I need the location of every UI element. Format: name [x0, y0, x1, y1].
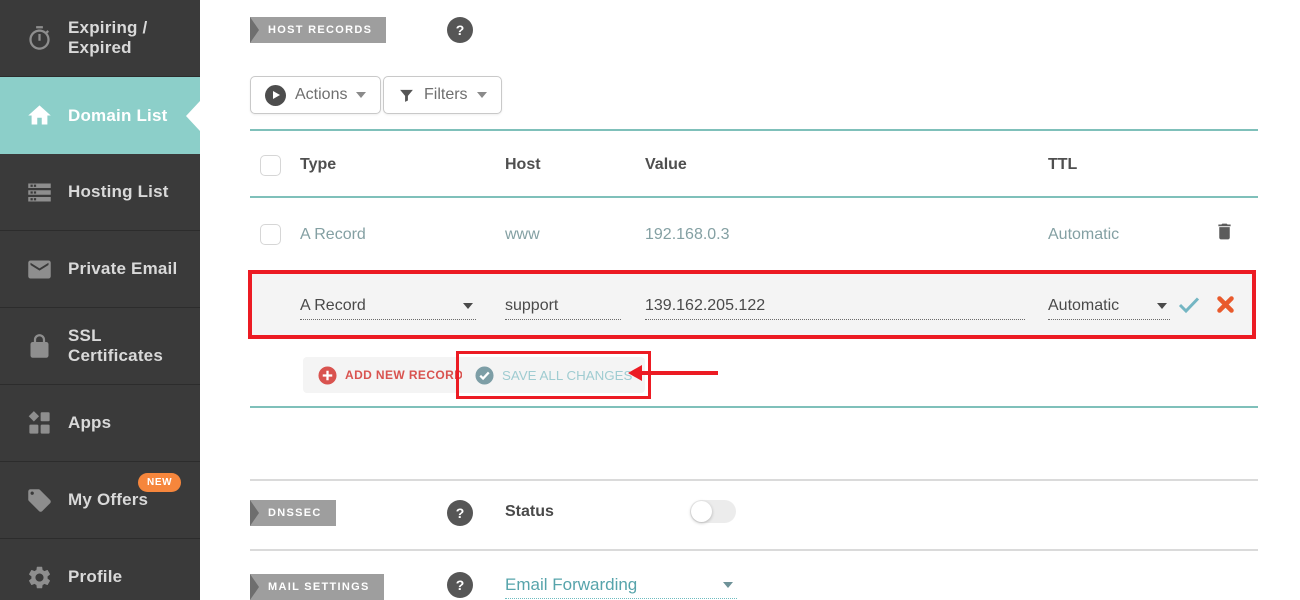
mail-settings-section-label: MAIL SETTINGS: [250, 574, 384, 600]
apps-icon: [28, 410, 50, 434]
trash-icon: [1218, 223, 1231, 240]
main-content: HOST RECORDS ? Actions Filters Type Host…: [200, 0, 1300, 600]
x-icon: [1217, 296, 1234, 313]
envelope-icon: [28, 260, 51, 278]
dnssec-section-label: DNSSEC: [250, 500, 336, 526]
record-type-select[interactable]: A Record: [300, 292, 476, 320]
sidebar-item-apps[interactable]: Apps: [0, 385, 200, 462]
sidebar-item-label: Profile: [68, 567, 123, 586]
editing-record-row-annotation-highlight: A Record support 139.162.205.122 Automat…: [248, 270, 1256, 339]
divider: [250, 479, 1258, 481]
chevron-down-icon: [723, 582, 733, 588]
filters-button[interactable]: Filters: [383, 76, 502, 114]
actions-button[interactable]: Actions: [250, 76, 382, 114]
new-badge: NEW: [138, 473, 182, 492]
divider: [250, 406, 1258, 408]
add-new-record-label: ADD NEW RECORD: [345, 368, 464, 382]
cancel-record-button[interactable]: [1216, 295, 1235, 317]
divider: [250, 129, 1258, 131]
actions-button-label: Actions: [295, 86, 348, 103]
dnssec-status-label: Status: [505, 503, 554, 520]
sidebar-item-label: Hosting List: [68, 182, 169, 201]
divider: [250, 549, 1258, 551]
record-host-cell: www: [505, 226, 540, 243]
help-icon[interactable]: ?: [447, 572, 473, 598]
record-value-cell: 192.168.0.3: [645, 226, 730, 243]
mail-settings-select[interactable]: Email Forwarding: [505, 572, 737, 599]
sidebar-item-label: Expiring / Expired: [68, 18, 148, 57]
divider: [250, 196, 1258, 198]
record-host-value: support: [505, 296, 559, 314]
sidebar-item-profile[interactable]: Profile: [0, 539, 200, 600]
host-records-section-label: HOST RECORDS: [250, 17, 387, 43]
help-icon[interactable]: ?: [447, 17, 473, 43]
sidebar-item-label: SSL Certificates: [68, 326, 163, 365]
server-icon: [28, 183, 51, 201]
chevron-down-icon: [1157, 302, 1167, 309]
sidebar-item-label: Private Email: [68, 259, 178, 278]
column-header-host: Host: [505, 156, 541, 173]
chevron-down-icon: [356, 92, 367, 98]
sidebar-item-hosting-list[interactable]: Hosting List: [0, 154, 200, 231]
filters-button-label: Filters: [424, 86, 468, 103]
annotation-arrow: [628, 365, 718, 381]
column-header-value: Value: [645, 156, 687, 173]
plus-circle-icon: [318, 365, 337, 385]
help-icon[interactable]: ?: [447, 500, 473, 526]
active-item-notch: [186, 100, 200, 131]
record-ttl-select[interactable]: Automatic: [1048, 292, 1170, 320]
tag-icon: [28, 488, 51, 512]
check-icon: [1178, 297, 1200, 314]
confirm-record-button[interactable]: [1178, 296, 1200, 317]
toggle-knob: [691, 501, 712, 522]
record-host-input[interactable]: support: [505, 292, 621, 320]
chevron-down-icon: [463, 302, 473, 309]
domain-management-page: Expiring / Expired Domain List Hosting L…: [0, 0, 1300, 600]
sidebar-item-label: My Offers: [68, 490, 149, 509]
select-all-checkbox[interactable]: [260, 155, 281, 176]
home-icon: [28, 105, 51, 125]
add-new-record-button[interactable]: ADD NEW RECORD: [303, 357, 479, 393]
save-all-changes-label: SAVE ALL CHANGES: [502, 367, 633, 383]
record-ttl-cell: Automatic: [1048, 226, 1120, 243]
mail-settings-selected-option: Email Forwarding: [505, 575, 638, 594]
sidebar-item-ssl-certificates[interactable]: SSL Certificates: [0, 308, 200, 385]
record-type-cell: A Record: [300, 226, 366, 243]
timer-icon: [29, 25, 50, 50]
row-checkbox[interactable]: [260, 224, 281, 245]
dnssec-status-toggle[interactable]: [690, 500, 736, 523]
record-value-value: 139.162.205.122: [645, 296, 766, 314]
chevron-down-icon: [476, 92, 487, 98]
gear-icon: [28, 566, 51, 588]
check-circle-icon: [475, 365, 494, 385]
column-header-type: Type: [300, 156, 337, 173]
sidebar-item-expiring-expired[interactable]: Expiring / Expired: [0, 0, 200, 77]
column-header-ttl: TTL: [1048, 156, 1078, 173]
sidebar-item-label: Apps: [68, 413, 112, 432]
funnel-icon: [400, 89, 413, 102]
delete-record-button[interactable]: [1214, 220, 1235, 246]
record-value-input[interactable]: 139.162.205.122: [645, 292, 1025, 320]
sidebar-item-label: Domain List: [68, 105, 168, 125]
record-ttl-value: Automatic: [1048, 296, 1120, 314]
sidebar-item-my-offers[interactable]: My Offers NEW: [0, 462, 200, 539]
lock-icon: [30, 333, 49, 358]
save-all-changes-button[interactable]: SAVE ALL CHANGES: [462, 357, 646, 393]
sidebar-item-domain-list[interactable]: Domain List: [0, 77, 200, 154]
sidebar-item-private-email[interactable]: Private Email: [0, 231, 200, 308]
sidebar: Expiring / Expired Domain List Hosting L…: [0, 0, 200, 600]
record-type-value: A Record: [300, 296, 366, 314]
annotation-box-save: SAVE ALL CHANGES: [456, 351, 652, 399]
play-icon: [265, 84, 286, 106]
